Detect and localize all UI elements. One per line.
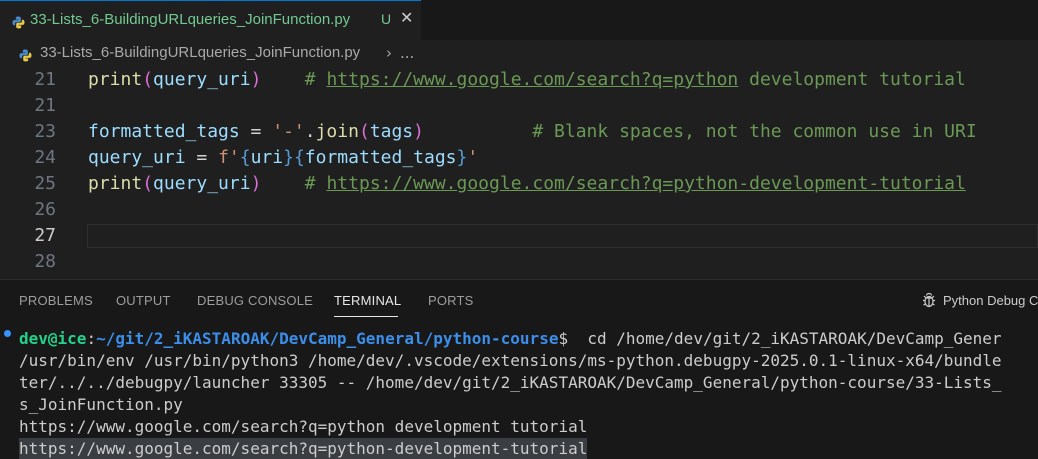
tab-problems[interactable]: PROBLEMS (19, 293, 93, 308)
tab-output[interactable]: OUTPUT (116, 293, 171, 308)
line-number: 23 (34, 121, 56, 142)
close-icon[interactable]: ✕ (400, 8, 413, 27)
terminal-line: ter/../../debugpy/launcher 33305 -- /hom… (19, 373, 1002, 392)
tab-ports[interactable]: PORTS (428, 293, 474, 308)
code-line: 28 (0, 249, 1038, 275)
tab-terminal[interactable]: TERMINAL (334, 293, 401, 308)
command-decoration[interactable] (4, 330, 11, 337)
breadcrumb-symbols[interactable]: ... (400, 44, 414, 62)
terminal-line: https://www.google.com/search?q=python d… (19, 417, 588, 436)
terminal-line-selected: https://www.google.com/search?q=python-d… (19, 438, 588, 459)
breadcrumb: 33-Lists_6-BuildingURLqueries_JoinFuncti… (0, 40, 1038, 67)
bug-icon (920, 291, 938, 309)
terminal[interactable]: dev@ice:~/git/2_iKASTAROAK/DevCamp_Gener… (0, 322, 1038, 459)
code-line: 25 print(query_uri) # https://www.google… (0, 171, 1038, 197)
code-line: 21 print(query_uri) # https://www.google… (0, 67, 1038, 93)
code-text: query_uri = f'{uri}{formatted_tags}' (88, 147, 479, 168)
line-number: 26 (34, 199, 56, 220)
terminal-line: dev@ice:~/git/2_iKASTAROAK/DevCamp_Gener… (19, 329, 1002, 348)
comment-link[interactable]: https://www.google.com/search?q=python-d… (326, 173, 965, 194)
line-number: 21 (34, 69, 56, 90)
terminal-line: s_JoinFunction.py (19, 395, 183, 414)
line-number: 24 (34, 147, 56, 168)
breadcrumb-file[interactable]: 33-Lists_6-BuildingURLqueries_JoinFuncti… (40, 44, 360, 61)
chevron-right-icon: › (386, 44, 392, 62)
python-file-icon (12, 14, 25, 29)
debug-config-label: Python Debug C (943, 293, 1038, 308)
comment-link[interactable]: https://www.google.com/search?q=python (326, 69, 738, 90)
terminal-line: /usr/bin/env /usr/bin/python3 /home/dev/… (19, 351, 1002, 370)
code-line: 23 formatted_tags = '-'.join(tags) # Bla… (0, 119, 1038, 145)
code-text: formatted_tags = '-'.join(tags) # Blank … (88, 121, 977, 142)
tab-debug-console[interactable]: DEBUG CONSOLE (197, 293, 313, 308)
code-text: print(query_uri) # https://www.google.co… (88, 173, 966, 194)
tab-label: 33-Lists_6-BuildingURLqueries_JoinFuncti… (30, 11, 351, 28)
untracked-badge: U (381, 11, 392, 27)
code-line: 24 query_uri = f'{uri}{formatted_tags}' (0, 145, 1038, 171)
code-line: 26 (0, 197, 1038, 223)
active-tab-indicator (334, 316, 398, 317)
editor-tab-active[interactable]: 33-Lists_6-BuildingURLqueries_JoinFuncti… (0, 0, 421, 40)
code-text: print(query_uri) # https://www.google.co… (88, 69, 966, 90)
panel-tab-bar: PROBLEMS OUTPUT DEBUG CONSOLE TERMINAL P… (0, 280, 1038, 322)
line-number: 21 (34, 95, 56, 116)
code-line-current: 27 (0, 223, 1038, 249)
current-line-highlight (87, 224, 1038, 248)
code-line: 21 (0, 93, 1038, 119)
code-editor[interactable]: 21 print(query_uri) # https://www.google… (0, 67, 1038, 279)
python-file-icon (19, 47, 32, 62)
line-number: 25 (34, 173, 56, 194)
line-number: 27 (34, 225, 56, 246)
line-number: 28 (34, 251, 56, 272)
editor-tab-bar: 33-Lists_6-BuildingURLqueries_JoinFuncti… (0, 0, 1038, 40)
